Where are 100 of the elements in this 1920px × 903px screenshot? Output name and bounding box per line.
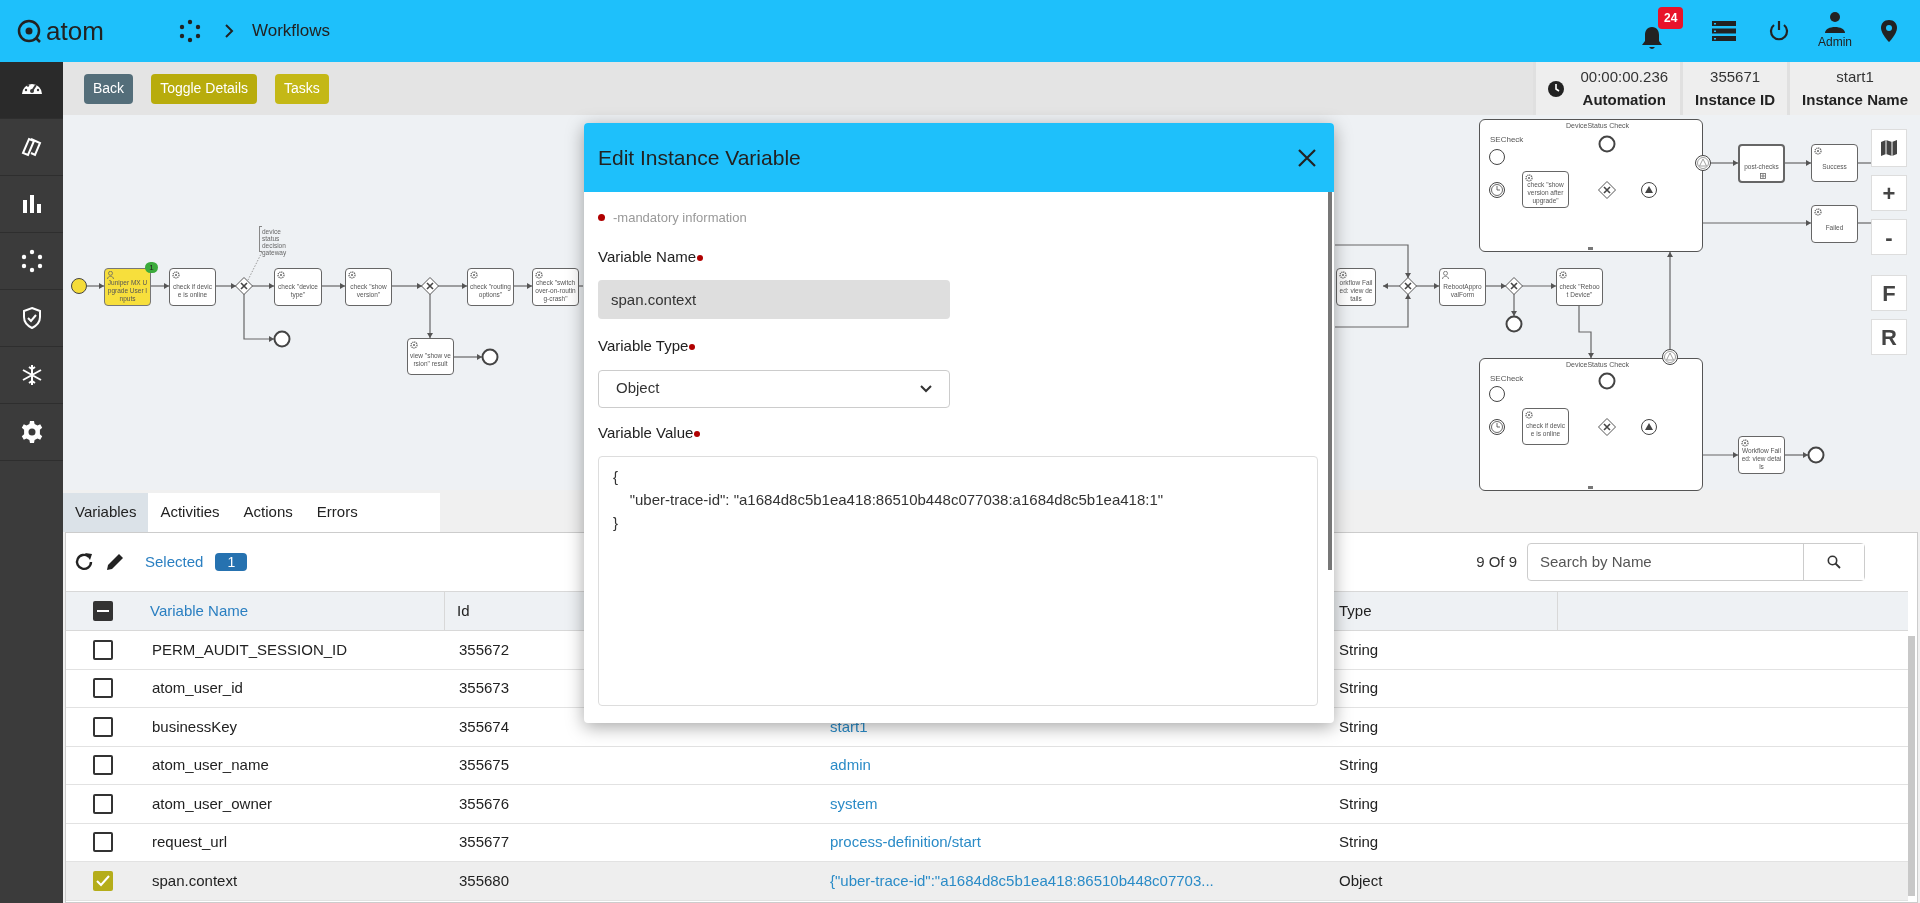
logo-icon (16, 18, 42, 44)
table-cell-text: 355677 (458, 832, 511, 852)
gear-icon (277, 271, 285, 279)
tab[interactable]: Errors (304, 493, 370, 532)
field-label: Variable Value (598, 422, 694, 443)
user-icon[interactable] (1824, 11, 1846, 33)
scrollbar[interactable] (1328, 192, 1332, 570)
start-event-icon (1489, 149, 1505, 165)
table-cell-text: String (1338, 716, 1380, 737)
scrollbar[interactable] (1908, 636, 1915, 896)
gear-icon (1814, 208, 1822, 216)
gateway-icon (235, 277, 253, 295)
checkbox[interactable] (93, 639, 113, 660)
column-header[interactable]: Type (1335, 592, 1558, 630)
column-header[interactable]: Variable Name (140, 592, 445, 630)
connector-arrow (215, 283, 237, 289)
checkbox[interactable] (93, 601, 113, 621)
info-label: Instance Name (1802, 89, 1908, 110)
gateway-icon (421, 277, 439, 295)
table-cell-text: 355673 (458, 678, 511, 698)
connector-arrow (1521, 283, 1557, 289)
pencil-icon[interactable] (105, 552, 125, 572)
search-icon (1827, 555, 1841, 569)
escalation-end-event-icon (1641, 419, 1657, 435)
start-event-icon (1489, 386, 1505, 402)
refresh-icon[interactable] (73, 551, 95, 573)
sidebar-item[interactable] (0, 62, 63, 119)
zoom-control-button[interactable]: + (1871, 175, 1907, 211)
user-name: Admin (1818, 34, 1852, 51)
variable-value-field[interactable]: { "uber-trace-id": "a1684d8c5b1ea418:86510b448c077038:a1684d8c5b1ea418:1" } (598, 456, 1318, 706)
gear-icon (172, 271, 180, 279)
connector-arrow (243, 293, 275, 342)
table-cell-text: span.context (151, 870, 239, 891)
connector-arrow (1710, 160, 1739, 166)
gear-icon (19, 420, 44, 444)
close-icon (1298, 148, 1316, 167)
checkbox[interactable] (93, 793, 113, 814)
clock-icon (1548, 80, 1565, 97)
value-link[interactable]: process-definition/start (830, 831, 1335, 854)
zoom-control-button[interactable]: - (1871, 219, 1907, 255)
collapse-icon (1588, 486, 1593, 489)
boundary-event-icon (1695, 155, 1711, 171)
gear-icon (348, 271, 356, 279)
checkbox[interactable] (93, 832, 113, 853)
connector-arrow (513, 283, 533, 289)
checkbox[interactable] (93, 870, 113, 891)
gear-icon (470, 271, 478, 279)
workflow-icon[interactable] (178, 19, 202, 43)
gear-icon (1814, 147, 1822, 155)
table-cell-text: atom_user_id (151, 678, 244, 698)
gateway-icon (1598, 181, 1616, 199)
info-label: Automation (1582, 89, 1666, 110)
annotation-line (247, 251, 263, 281)
breadcrumb-link[interactable]: Workflows (252, 18, 331, 44)
timer-event-icon (1489, 419, 1505, 435)
tab[interactable]: Variables (63, 493, 149, 532)
value-link[interactable]: admin (830, 754, 1335, 777)
boundary-event-icon (1662, 349, 1678, 365)
checkbox[interactable] (93, 678, 113, 699)
connector-arrow (1485, 283, 1507, 289)
record-count: 9 Of 9 (1476, 551, 1517, 572)
value-link[interactable]: system (830, 792, 1335, 815)
table-cell-text: request_url (151, 832, 229, 852)
variable-type-select[interactable]: Object (598, 369, 950, 408)
location-pin-icon[interactable] (1880, 19, 1898, 43)
person-icon (1442, 271, 1449, 279)
table-cell-text: atom_user_owner (151, 793, 274, 814)
gear-icon (1525, 174, 1533, 182)
map-button[interactable] (1871, 129, 1907, 167)
zoom-control-button[interactable]: R (1871, 319, 1907, 355)
table-cell-text: String (1338, 678, 1380, 698)
server-icon[interactable] (1712, 21, 1736, 41)
connector-arrow (1784, 160, 1812, 166)
zoom-control-button[interactable]: F (1871, 275, 1907, 311)
lane-label: SECheck (1490, 373, 1524, 385)
gateway-icon (1399, 277, 1417, 295)
table-row[interactable]: span.context 355680 {"uber-trace-id":"a1684d8c5b1ea418:86510b448c07703... Object (66, 862, 1908, 901)
table-cell-text: String (1338, 793, 1380, 814)
tab[interactable]: Actions (231, 493, 305, 532)
timer-event-icon (1489, 182, 1505, 198)
collapse-icon (1588, 247, 1593, 250)
end-event-icon (1505, 315, 1523, 333)
search-field[interactable]: Search by Name (1527, 543, 1865, 581)
notification-badge: 24 (1658, 7, 1684, 29)
table-cell-text: 355676 (458, 793, 511, 814)
dialog-title: Edit Instance Variable (598, 144, 801, 171)
power-icon[interactable] (1768, 20, 1790, 42)
checkbox[interactable] (93, 716, 113, 737)
bell-icon[interactable] (1641, 25, 1663, 51)
gear-icon (1525, 411, 1533, 419)
tab[interactable]: Activities (148, 493, 232, 532)
checkbox[interactable] (93, 755, 113, 776)
info-value: 355671 (1710, 67, 1761, 87)
gear-icon (1339, 271, 1347, 279)
connector-arrow (1511, 293, 1517, 317)
table-cell-text: PERM_AUDIT_SESSION_ID (151, 639, 349, 660)
toolbar-button[interactable]: Back (84, 73, 134, 104)
table-cell-text: businessKey (151, 716, 239, 737)
selected-label[interactable]: Selected (145, 550, 204, 574)
tilted-cards-icon (19, 135, 44, 159)
